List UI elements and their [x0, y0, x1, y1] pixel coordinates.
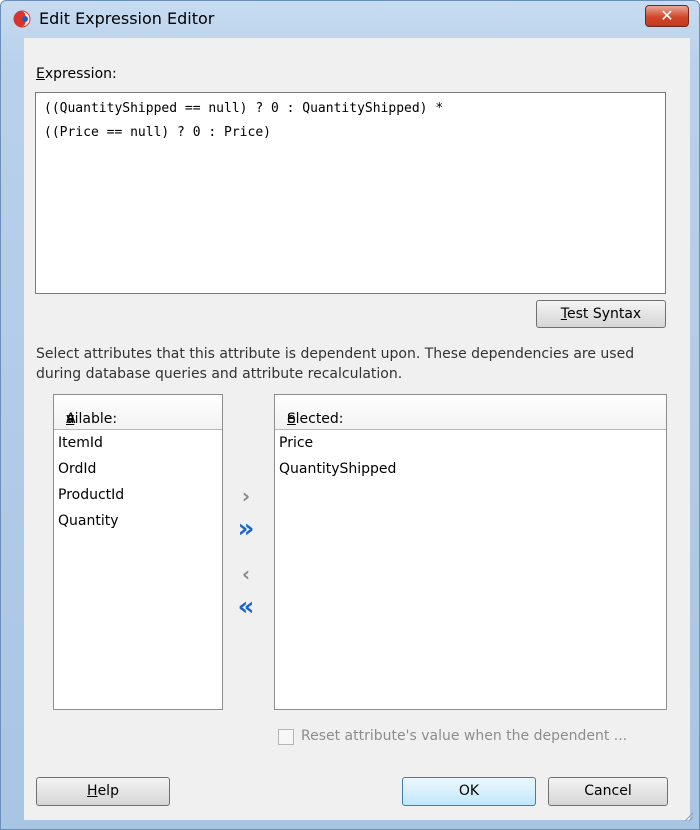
move-all-left-icon[interactable]: « [226, 592, 266, 622]
selected-item-price[interactable]: Price [279, 435, 313, 451]
available-item-ordid[interactable]: OrdId [58, 461, 96, 477]
move-left-icon[interactable]: ‹ [226, 562, 266, 586]
available-list-header: Av ailable: [54, 395, 222, 430]
move-right-icon[interactable]: › [226, 484, 266, 508]
selected-list[interactable]: Selected: Price QuantityShipped [274, 394, 667, 710]
selected-list-header: Selected: [275, 395, 666, 430]
selected-item-quantityshipped[interactable]: QuantityShipped [279, 461, 396, 477]
close-icon: ✕ [660, 6, 674, 25]
available-item-productid[interactable]: ProductId [58, 487, 124, 503]
ok-button[interactable]: OK [402, 777, 536, 806]
available-item-quantity[interactable]: Quantity [58, 513, 119, 529]
move-all-right-icon[interactable]: » [226, 514, 266, 544]
window-title: Edit Expression Editor [39, 9, 215, 28]
help-button[interactable]: Help [36, 777, 170, 806]
available-list[interactable]: Av ailable: ItemId OrdId ProductId Quanti… [53, 394, 223, 710]
expression-line-2: ((Price == null) ? 0 : Price) [44, 125, 271, 140]
dependency-description: Select attributes that this attribute is… [36, 346, 635, 382]
expression-label: Expression: [36, 66, 117, 82]
reset-value-label: Reset attribute's value when the depende… [301, 728, 628, 744]
close-button[interactable]: ✕ [645, 5, 689, 27]
reset-value-checkbox[interactable] [278, 729, 294, 745]
expression-line-1: ((QuantityShipped == null) ? 0 : Quantit… [44, 101, 444, 116]
expression-textarea[interactable]: ((QuantityShipped == null) ? 0 : Quantit… [35, 92, 666, 294]
resize-grip-icon[interactable] [682, 810, 694, 822]
jdeveloper-app-icon [13, 10, 31, 28]
cancel-button[interactable]: Cancel [548, 777, 668, 806]
title-bar[interactable]: Edit Expression Editor ✕ [1, 1, 699, 37]
available-item-itemid[interactable]: ItemId [58, 435, 103, 451]
test-syntax-button[interactable]: Test Syntax [536, 300, 666, 328]
